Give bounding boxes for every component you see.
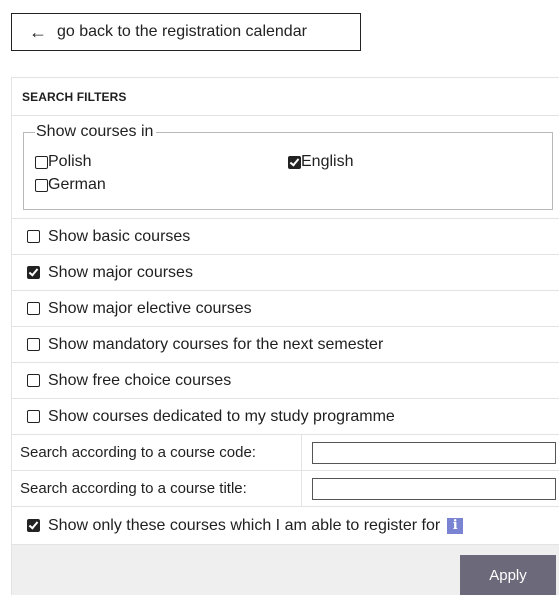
language-legend: Show courses in [35,123,157,141]
option-register-only[interactable]: Show only these courses which I am able … [12,507,559,545]
language-option-german[interactable]: German [35,176,106,194]
filters-footer: Apply [12,545,559,595]
arrow-left-icon: ← [29,22,47,42]
option-mandatory-next-semester[interactable]: Show mandatory courses for the next seme… [12,327,559,363]
search-title-label: Search according to a course title: [12,471,302,506]
course-code-input[interactable] [312,441,556,464]
apply-button[interactable]: Apply [460,555,556,595]
polish-label: Polish [48,153,92,170]
search-title-row: Search according to a course title: [12,471,559,507]
search-filters-header: SEARCH FILTERS [12,78,559,116]
language-fieldset-row: Show courses in Polish English German [12,116,559,219]
major-elective-checkbox[interactable] [27,302,40,315]
register-only-label: Show only these courses which I am able … [48,516,441,534]
language-option-english[interactable]: English [288,153,353,171]
option-free-choice-courses[interactable]: Show free choice courses [12,363,559,399]
basic-courses-checkbox[interactable] [27,230,40,243]
register-only-checkbox[interactable] [27,519,40,532]
search-code-row: Search according to a course code: [12,435,559,471]
option-label: Show major courses [48,263,193,281]
english-checkbox[interactable] [288,155,301,169]
dedicated-programme-checkbox[interactable] [27,410,40,423]
english-label: English [301,153,354,170]
option-label: Show basic courses [48,227,191,245]
course-title-input[interactable] [312,477,556,500]
german-checkbox[interactable] [35,178,48,192]
option-label: Show courses dedicated to my study progr… [48,407,395,425]
info-icon[interactable]: i [447,517,464,534]
search-filters-panel: SEARCH FILTERS Show courses in Polish En… [11,77,559,595]
option-dedicated-programme[interactable]: Show courses dedicated to my study progr… [12,399,559,435]
option-major-elective-courses[interactable]: Show major elective courses [12,291,559,327]
free-choice-checkbox[interactable] [27,374,40,387]
mandatory-next-semester-checkbox[interactable] [27,338,40,351]
option-basic-courses[interactable]: Show basic courses [12,219,559,255]
option-label: Show free choice courses [48,371,232,389]
polish-checkbox[interactable] [35,155,48,169]
major-courses-checkbox[interactable] [27,266,40,279]
language-fieldset: Show courses in Polish English German [23,123,553,210]
option-label: Show major elective courses [48,299,252,317]
language-option-polish[interactable]: Polish [35,153,92,171]
option-label: Show mandatory courses for the next seme… [48,335,384,353]
german-label: German [48,176,106,193]
option-major-courses[interactable]: Show major courses [12,255,559,291]
back-to-calendar-button[interactable]: ← go back to the registration calendar [11,13,361,51]
back-button-label: go back to the registration calendar [57,23,307,40]
search-code-label: Search according to a course code: [12,435,302,470]
